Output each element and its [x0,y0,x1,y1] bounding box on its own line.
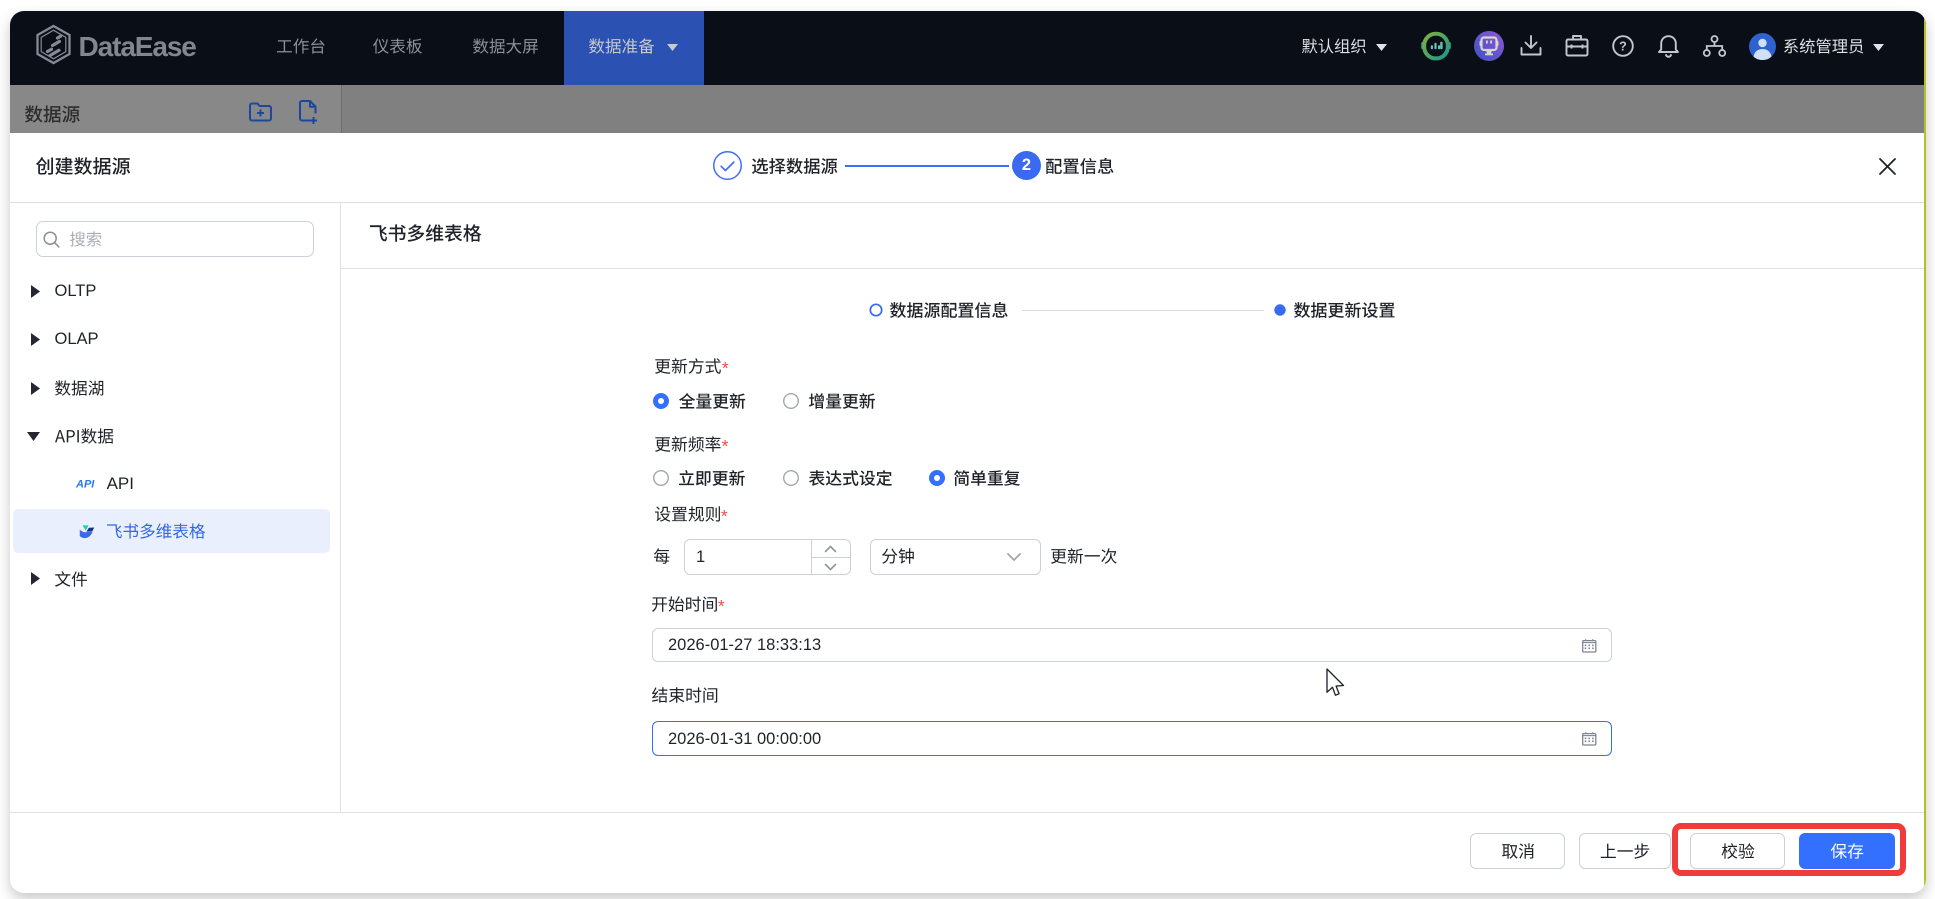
svg-text:?: ? [1619,39,1627,53]
svg-text:API: API [75,479,95,491]
